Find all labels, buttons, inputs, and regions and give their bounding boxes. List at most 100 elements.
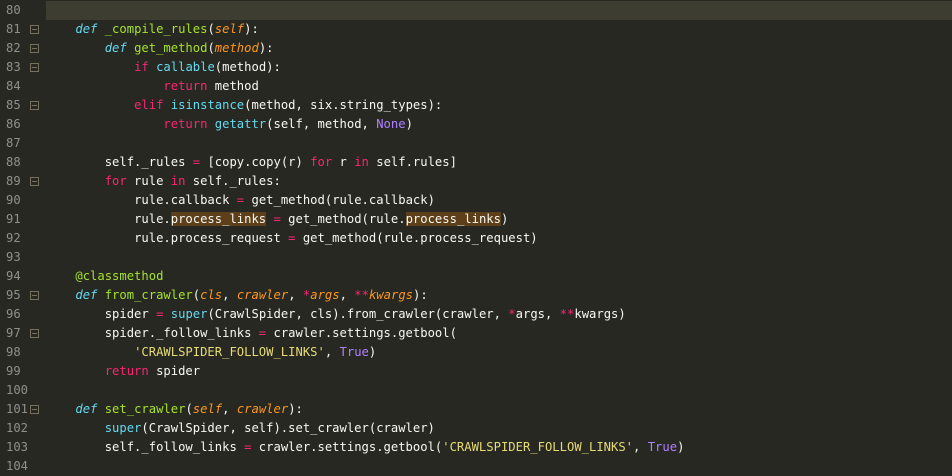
code-text-area[interactable]: return getattr(self, method, None)	[46, 115, 952, 134]
code-content: for rule in self._rules:	[46, 172, 281, 191]
fold-toggle-icon[interactable]	[30, 177, 39, 186]
line-number: 91	[6, 212, 21, 226]
code-text-area[interactable]	[46, 381, 952, 400]
code-text-area[interactable]	[46, 457, 952, 476]
code-line[interactable]: 95 def from_crawler(cls, crawler, *args,…	[0, 286, 952, 305]
code-text-area[interactable]: def from_crawler(cls, crawler, *args, **…	[46, 286, 952, 305]
code-token: ):	[288, 402, 303, 416]
code-token: (method, six.string_types):	[244, 98, 443, 112]
code-text-area[interactable]: rule.callback = get_method(rule.callback…	[46, 191, 952, 210]
code-token: True	[339, 345, 369, 359]
code-line[interactable]: 80	[0, 1, 952, 20]
code-line[interactable]: 103 self._follow_links = crawler.setting…	[0, 438, 952, 457]
fold-toggle-icon[interactable]	[30, 25, 39, 34]
code-line[interactable]: 90 rule.callback = get_method(rule.callb…	[0, 191, 952, 210]
code-line[interactable]: 87	[0, 134, 952, 153]
code-text-area[interactable]: self._rules = [copy.copy(r) for r in sel…	[46, 153, 952, 172]
code-token: get_method(rule.	[280, 212, 406, 226]
fold-toggle-icon[interactable]	[30, 101, 39, 110]
code-line[interactable]: 89 for rule in self._rules:	[0, 172, 952, 191]
code-text-area[interactable]: rule.process_links = get_method(rule.pro…	[46, 210, 952, 229]
code-content: def set_crawler(self, crawler):	[46, 400, 303, 419]
code-token: 'CRAWLSPIDER_FOLLOW_LINKS'	[442, 440, 634, 454]
code-token: get_method(rule.callback)	[244, 193, 435, 207]
code-text-area[interactable]	[46, 134, 952, 153]
line-number: 85	[6, 98, 21, 112]
code-content: rule.callback = get_method(rule.callback…	[46, 191, 435, 210]
line-number: 103	[6, 440, 29, 454]
code-token: )	[677, 440, 685, 454]
code-line[interactable]: 81 def _compile_rules(self):	[0, 20, 952, 39]
code-line[interactable]: 88 self._rules = [copy.copy(r) for r in …	[0, 153, 952, 172]
code-content: def get_method(method):	[46, 39, 274, 58]
code-token: )	[368, 345, 377, 359]
code-text-area[interactable]: @classmethod	[46, 267, 952, 286]
code-token: (self, method,	[266, 117, 377, 131]
line-number: 98	[6, 345, 21, 359]
code-line[interactable]: 98 'CRAWLSPIDER_FOLLOW_LINKS', True)	[0, 343, 952, 362]
code-text-area[interactable]: if callable(method):	[46, 58, 952, 77]
code-text-area[interactable]: for rule in self._rules:	[46, 172, 952, 191]
fold-toggle-icon[interactable]	[30, 291, 39, 300]
code-line[interactable]: 101 def set_crawler(self, crawler):	[0, 400, 952, 419]
code-token: crawler.settings.getbool(	[266, 326, 457, 340]
code-line[interactable]: 84 return method	[0, 77, 952, 96]
code-text-area[interactable]: self._follow_links = crawler.settings.ge…	[46, 438, 952, 457]
code-line[interactable]: 86 return getattr(self, method, None)	[0, 115, 952, 134]
fold-toggle-icon[interactable]	[30, 405, 39, 414]
code-text-area[interactable]: def set_crawler(self, crawler):	[46, 400, 952, 419]
code-text-area[interactable]: def get_method(method):	[46, 39, 952, 58]
code-line[interactable]: 102 super(CrawlSpider, self).set_crawler…	[0, 419, 952, 438]
code-content: @classmethod	[46, 267, 163, 286]
code-content: spider._follow_links = crawler.settings.…	[46, 324, 457, 343]
code-text-area[interactable]: spider = super(CrawlSpider, cls).from_cr…	[46, 305, 952, 324]
fold-toggle-icon[interactable]	[30, 44, 39, 53]
code-text-area[interactable]: return method	[46, 77, 952, 96]
code-text-area[interactable]: rule.process_request = get_method(rule.p…	[46, 229, 952, 248]
code-line[interactable]: 100	[0, 381, 952, 400]
code-line[interactable]: 99 return spider	[0, 362, 952, 381]
code-line[interactable]: 83 if callable(method):	[0, 58, 952, 77]
code-content: return method	[46, 77, 259, 96]
code-text-area[interactable]	[46, 248, 952, 267]
line-number: 95	[6, 288, 21, 302]
code-line[interactable]: 104	[0, 457, 952, 476]
code-line[interactable]: 94 @classmethod	[0, 267, 952, 286]
code-text-area[interactable]: super(CrawlSpider, self).set_crawler(cra…	[46, 419, 952, 438]
code-token: method	[207, 79, 259, 93]
code-text-area[interactable]: 'CRAWLSPIDER_FOLLOW_LINKS', True)	[46, 343, 952, 362]
line-number: 100	[6, 383, 29, 397]
fold-toggle-icon[interactable]	[30, 329, 39, 338]
code-line[interactable]: 82 def get_method(method):	[0, 39, 952, 58]
code-content: rule.process_links = get_method(rule.pro…	[46, 210, 508, 229]
code-text-area[interactable]: spider._follow_links = crawler.settings.…	[46, 324, 952, 343]
code-text-area[interactable]: return spider	[46, 362, 952, 381]
code-token: crawler	[236, 288, 289, 302]
code-line[interactable]: 91 rule.process_links = get_method(rule.…	[0, 210, 952, 229]
code-line[interactable]: 97 spider._follow_links = crawler.settin…	[0, 324, 952, 343]
code-line[interactable]: 93	[0, 248, 952, 267]
line-number: 94	[6, 269, 21, 283]
code-line[interactable]: 85 elif isinstance(method, six.string_ty…	[0, 96, 952, 115]
code-text-area[interactable]: elif isinstance(method, six.string_types…	[46, 96, 952, 115]
code-token: spider._follow_links	[104, 326, 259, 340]
code-line[interactable]: 92 rule.process_request = get_method(rul…	[0, 229, 952, 248]
code-line[interactable]: 96 spider = super(CrawlSpider, cls).from…	[0, 305, 952, 324]
fold-toggle-icon[interactable]	[30, 63, 39, 72]
code-content: return getattr(self, method, None)	[46, 115, 413, 134]
line-number: 86	[6, 117, 21, 131]
code-text-area[interactable]	[46, 1, 952, 20]
code-editor[interactable]: 80 81 def _compile_rules(self): 82 def get…	[0, 0, 952, 473]
code-token: in	[170, 174, 186, 188]
code-text-area[interactable]: def _compile_rules(self):	[46, 20, 952, 39]
